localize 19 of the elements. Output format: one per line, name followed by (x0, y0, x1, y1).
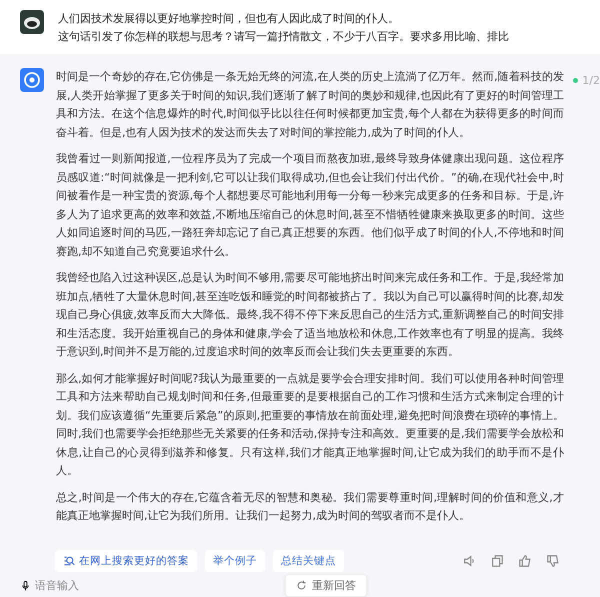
answer-paragraph: 我曾经也陷入过这种误区,总是认为时间不够用,需要尽可能地挤出时间来完成任务和工作。于是,我经常加班加点,牺牲了大量休息时间,甚至连吃饭和睡觉的时间都被挤占了。我以为自己可以赢得时间的比赛,却发现自己身心俱疲,效率反而大大降低。最终,我不得不停下来反思自己的生活方式,重新调整自己的时间安排和生活态度。我开始重视自己的身体和健康,学会了适当地放松和休息,工作效率也有了明显的提高。我终于意识到,时间并不是万能的,过度追求时间的效率反而会让我们失去更重要的东西。 (56, 270, 564, 360)
refresh-icon (296, 580, 307, 591)
answer-paragraph: 我曾看过一则新闻报道,一位程序员为了完成一个项目而熬夜加班,最终导致身体健康出现问题。这位程序员感叹道:“时间就像是一把利剑,它可以让我们取得成功,但也会让我们付出代价。”的确,在现代社会中,时间被看作是一种宝贵的资源,每个人都想要尽可能地利用每一分每一秒来完成更多的任务和目标。于是,许多人为了追求更高的效率和效益,不断地压缩自己的休息时间,甚至不惜牺牲健康来换取更多的时间。这些人如同追逐时间的马匹,一路狂奔却忘记了自己真正想要的东西。他们似乎成了时间的仆人,不停地和时间赛跑,却不知道自己究竟要追求什么。 (56, 151, 564, 260)
search-icon (63, 555, 75, 567)
assistant-avatar (20, 68, 44, 92)
prompt-text: 人们因技术发展得以更好地掌控时间，但也有人因此成了时间的仆人。 (58, 11, 400, 27)
suggestion-chip[interactable]: 在网上搜索更好的答案 (55, 550, 197, 572)
suggestion-chip[interactable]: 总结关键点 (273, 550, 344, 572)
voice-input-label[interactable]: 语音输入 (35, 578, 79, 593)
answer-counter: 1/2 (582, 74, 600, 87)
microphone-icon (20, 580, 31, 591)
user-avatar (20, 10, 44, 34)
status-dot (573, 78, 578, 83)
regenerate-button[interactable]: 重新回答 (285, 574, 367, 597)
answer-paragraph: 那么,如何才能掌握好时间呢?我认为最重要的一点就是要学会合理安排时间。我们可以使用各种时间管理工具和方法来帮助自己规划时间和任务,但最重要的是要根据自己的工作习惯和生活方式来制定合理的计划。我们应该遵循“先重要后紧急”的原则,把重要的事情放在前面处理,避免把时间浪费在琐碎的事情上。同时,我们也需要学会拒绝那些无关紧要的任务和活动,保持专注和高效。更重要的是,我们需要学会放松和休息,让自己的心灵得到滋养和修复。只有这样,我们才能真正地掌握时间,让它成为我们的助手而不是仆人。 (56, 370, 564, 479)
suggestion-chip[interactable]: 举个例子 (205, 550, 265, 572)
prompt-text: 这句话引发了你怎样的联想与思考？请写一篇抒情散文，不少于八百字。要求多用比喻、排比 (58, 29, 509, 45)
answer-paragraph: 时间是一个奇妙的存在,它仿佛是一条无始无终的河流,在人类的历史上流淌了亿万年。然而,随着科技的发展,人类开始掌握了更多关于时间的知识,我们逐渐了解了时间的奥妙和规律,也因此有了更好的时间管理工具和方法。在这个信息爆炸的时代,时间似乎比以往任何时候都更加宝贵,每个人都在为获得更多的时间而奋斗着。但是,也有人因为技术的发达而失去了对时间的掌控能力,成为了时间的仆人。 (56, 69, 564, 140)
answer-paragraph: 总之,时间是一个伟大的存在,它蕴含着无尽的智慧和奥秘。我们需要尊重时间,理解时间的价值和意义,才能真正地掌握时间,让它为我们所用。让我们一起努力,成为时间的驾驭者而不是仆人。 (56, 490, 564, 524)
